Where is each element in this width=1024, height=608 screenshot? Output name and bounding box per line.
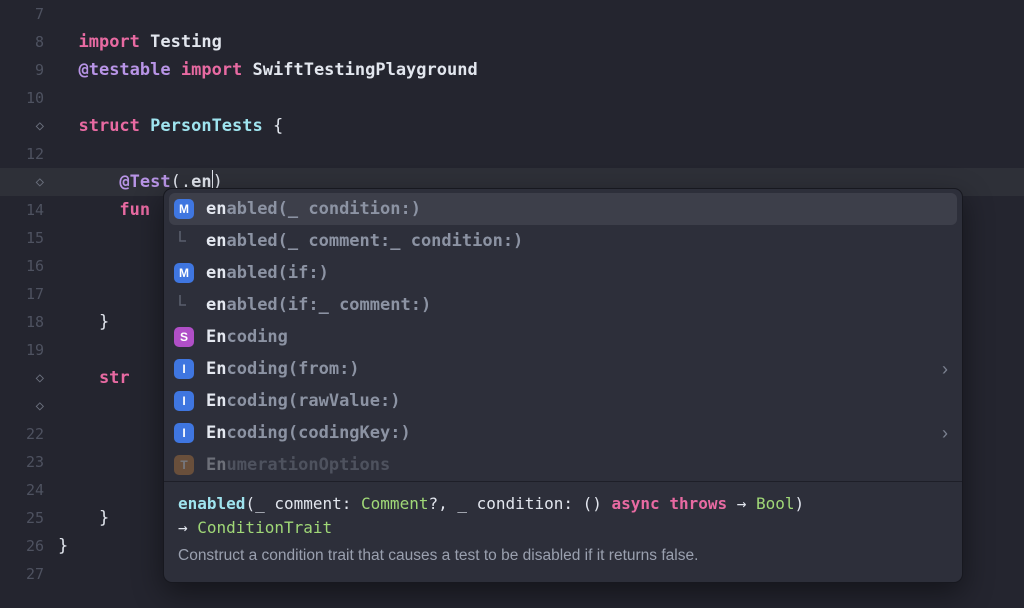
type-name: PersonTests bbox=[150, 116, 263, 136]
keyword-import: import bbox=[78, 32, 139, 52]
line-number: 12 bbox=[0, 140, 58, 168]
line-number: 16 bbox=[0, 252, 58, 280]
suggestion-text: Encoding(rawValue:) bbox=[206, 391, 948, 411]
line-number: 7 bbox=[0, 0, 58, 28]
suggestion-text: enabled(_ condition:) bbox=[206, 199, 948, 219]
keyword-fun: fun bbox=[119, 200, 150, 220]
doc-type: Bool bbox=[756, 494, 795, 513]
brace: } bbox=[58, 532, 68, 560]
code-line[interactable]: 9 @testable import SwiftTestingPlaygroun… bbox=[0, 56, 1024, 84]
suggestion-item[interactable]: enabled(if:_ comment:) bbox=[164, 289, 962, 321]
line-number: 15 bbox=[0, 224, 58, 252]
suggestion-item[interactable]: I Encoding(codingKey:)› bbox=[164, 417, 962, 449]
suggestions-list[interactable]: Menabled(_ condition:) enabled(_ comment:… bbox=[164, 189, 962, 481]
line-number: 26 bbox=[0, 532, 58, 560]
doc-function-name: enabled bbox=[178, 494, 245, 513]
line-number: 27 bbox=[0, 560, 58, 588]
chevron-right-icon: › bbox=[942, 423, 948, 444]
line-number: 22 bbox=[0, 420, 58, 448]
suggestion-item[interactable]: Menabled(_ condition:) bbox=[169, 193, 957, 225]
brace: } bbox=[58, 504, 109, 532]
line-number: 8 bbox=[0, 28, 58, 56]
gutter-diamond-icon[interactable]: ◇ bbox=[0, 168, 58, 196]
gutter-diamond-icon[interactable]: ◇ bbox=[0, 112, 58, 140]
suggestion-text: EnumerationOptions bbox=[206, 455, 948, 475]
doc-panel: enabled(_ comment: Comment?, _ condition… bbox=[164, 481, 962, 582]
code-line[interactable]: ◇ struct PersonTests { bbox=[0, 112, 1024, 140]
suggestion-item[interactable]: Menabled(if:) bbox=[164, 257, 962, 289]
line-number: 18 bbox=[0, 308, 58, 336]
suggestion-text: enabled(if:_ comment:) bbox=[206, 295, 948, 315]
doc-type: Comment bbox=[361, 494, 428, 513]
suggestion-text: enabled(_ comment:_ condition:) bbox=[206, 231, 948, 251]
symbol-kind-icon: M bbox=[174, 199, 194, 219]
suggestion-item[interactable]: I Encoding(from:)› bbox=[164, 353, 962, 385]
doc-keyword: throws bbox=[669, 494, 727, 513]
chevron-right-icon: › bbox=[942, 359, 948, 380]
tree-branch-icon bbox=[174, 295, 194, 315]
attribute: @Test bbox=[119, 172, 170, 192]
suggestion-item[interactable]: S Encoding bbox=[164, 321, 962, 353]
line-number: 14 bbox=[0, 196, 58, 224]
line-number: 17 bbox=[0, 280, 58, 308]
line-number: 25 bbox=[0, 504, 58, 532]
keyword-str: str bbox=[58, 368, 130, 388]
identifier: SwiftTestingPlayground bbox=[253, 60, 478, 80]
keyword-import: import bbox=[181, 60, 242, 80]
brace: } bbox=[58, 308, 109, 336]
line-number: 24 bbox=[0, 476, 58, 504]
line-number: 9 bbox=[0, 56, 58, 84]
suggestion-item[interactable]: I Encoding(rawValue:) bbox=[164, 385, 962, 417]
line-number: 10 bbox=[0, 84, 58, 112]
brace: { bbox=[263, 116, 283, 136]
attribute: @testable bbox=[78, 60, 170, 80]
suggestion-item[interactable]: enabled(_ comment:_ condition:) bbox=[164, 225, 962, 257]
suggestion-text: Encoding(from:) bbox=[206, 359, 942, 379]
tree-branch-icon bbox=[174, 231, 194, 251]
gutter-diamond-icon[interactable]: ◇ bbox=[0, 392, 58, 420]
code-line[interactable]: 10 bbox=[0, 84, 1024, 112]
code-line[interactable]: 12 bbox=[0, 140, 1024, 168]
symbol-kind-icon: I bbox=[174, 423, 194, 443]
symbol-kind-icon: I bbox=[174, 359, 194, 379]
keyword-struct: struct bbox=[78, 116, 139, 136]
code-line[interactable]: 8 import Testing bbox=[0, 28, 1024, 56]
symbol-kind-icon: I bbox=[174, 391, 194, 411]
autocomplete-popup[interactable]: Menabled(_ condition:) enabled(_ comment:… bbox=[163, 188, 963, 583]
doc-keyword: async bbox=[612, 494, 660, 513]
suggestion-text: Encoding bbox=[206, 327, 948, 347]
code-line[interactable]: 7 bbox=[0, 0, 1024, 28]
line-number: 19 bbox=[0, 336, 58, 364]
line-number: 23 bbox=[0, 448, 58, 476]
symbol-kind-icon: S bbox=[174, 327, 194, 347]
gutter-diamond-icon[interactable]: ◇ bbox=[0, 364, 58, 392]
doc-return-type: ConditionTrait bbox=[197, 518, 332, 537]
suggestion-text: enabled(if:) bbox=[206, 263, 948, 283]
doc-description: Construct a condition trait that causes … bbox=[178, 544, 948, 568]
symbol-kind-icon: T bbox=[174, 455, 194, 475]
suggestion-text: Encoding(codingKey:) bbox=[206, 423, 942, 443]
code-editor[interactable]: 7 8 import Testing 9 @testable import Sw… bbox=[0, 0, 1024, 608]
identifier: Testing bbox=[150, 32, 222, 52]
symbol-kind-icon: M bbox=[174, 263, 194, 283]
suggestion-item[interactable]: T EnumerationOptions bbox=[164, 449, 962, 481]
